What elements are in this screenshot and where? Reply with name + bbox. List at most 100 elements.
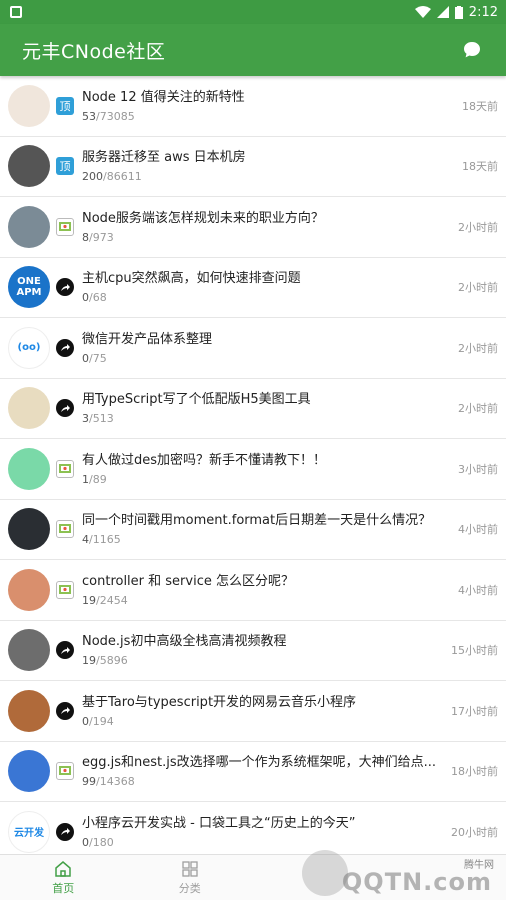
view-count: 194 xyxy=(92,714,114,728)
topic-content: 微信开发产品体系整理 0/75 xyxy=(82,331,450,365)
topic-title[interactable]: egg.js和nest.js改选择哪一个作为系统框架呢，大神们给点... xyxy=(82,754,443,772)
topic-title[interactable]: 用TypeScript写了个低配版H5美图工具 xyxy=(82,391,450,409)
question-icon xyxy=(56,217,74,236)
message-button[interactable] xyxy=(460,38,484,62)
topic-row[interactable]: 顶服务器迁移至 aws 日本机房 200/86611 18天前 xyxy=(0,137,506,197)
topic-row[interactable]: controller 和 service 怎么区分呢？ 19/2454 4小时前 xyxy=(0,560,506,621)
pinned-badge: 顶 xyxy=(56,96,74,115)
app-title: 元丰CNode社区 xyxy=(22,40,166,63)
reply-count: 0 xyxy=(82,291,89,305)
topic-title[interactable]: 微信开发产品体系整理 xyxy=(82,331,450,349)
topic-title[interactable]: 主机cpu突然飙高，如何快速排查问题 xyxy=(82,270,450,288)
share-icon xyxy=(56,701,74,720)
question-icon xyxy=(56,580,74,599)
topic-row[interactable]: 同一个时间戳用moment.format后日期差一天是什么情况？ 4/1165 4小… xyxy=(0,500,506,560)
app-bar: 元丰CNode社区 xyxy=(0,24,506,76)
topic-time: 4小时前 xyxy=(458,523,498,537)
topic-stats: 19/2454 xyxy=(82,594,450,607)
reply-count: 0 xyxy=(82,835,89,849)
pinned-badge: 顶 xyxy=(56,157,74,176)
topic-title[interactable]: 有人做过des加密吗？新手不懂请教下！！ xyxy=(82,452,450,470)
signal-icon xyxy=(436,6,449,18)
tab-category[interactable]: 分类 xyxy=(127,855,254,900)
avatar[interactable] xyxy=(8,568,50,611)
avatar[interactable] xyxy=(8,205,50,248)
topic-stats: 8/973 xyxy=(82,231,450,244)
topic-content: 同一个时间戳用moment.format后日期差一天是什么情况？ 4/1165 xyxy=(82,512,450,546)
clock: 2:12 xyxy=(468,4,498,20)
reply-count: 0 xyxy=(82,351,89,365)
avatar-text: ONE APM xyxy=(16,276,42,299)
topic-stats: 1/89 xyxy=(82,473,450,486)
reply-count: 99 xyxy=(82,775,96,789)
topic-content: 主机cpu突然飙高，如何快速排查问题 0/68 xyxy=(82,270,450,304)
view-count: 86611 xyxy=(106,170,142,184)
topic-row[interactable]: 顶 Node 12 值得关注的新特性 53/73085 18天前 xyxy=(0,76,506,137)
avatar[interactable]: 云开发 xyxy=(8,810,50,853)
topic-content: egg.js和nest.js改选择哪一个作为系统框架呢，大神们给点... 99/1… xyxy=(82,754,443,788)
topic-row[interactable]: 基于Taro与typescript开发的网易云音乐小程序 0/194 17小时前 xyxy=(0,681,506,742)
topic-row[interactable]: (oo) 微信开发产品体系整理 0/75 2小时前 xyxy=(0,318,506,379)
view-count: 5896 xyxy=(99,654,128,668)
tab-home-label: 首页 xyxy=(52,881,75,895)
share-icon xyxy=(56,822,74,841)
reply-count: 8 xyxy=(82,230,89,244)
topic-content: 小程序云开发实战 - 口袋工具之“历史上的今天” 0/180 xyxy=(82,815,443,849)
topic-row[interactable]: Node.js初中高级全栈高清视频教程 19/5896 15小时前 xyxy=(0,621,506,681)
topic-title[interactable]: controller 和 service 怎么区分呢？ xyxy=(82,573,450,591)
tab-category-label: 分类 xyxy=(178,881,201,895)
view-count: 1165 xyxy=(92,533,121,547)
topic-title[interactable]: 小程序云开发实战 - 口袋工具之“历史上的今天” xyxy=(82,815,443,833)
topic-time: 2小时前 xyxy=(458,341,498,355)
topic-title[interactable]: 服务器迁移至 aws 日本机房 xyxy=(82,149,454,167)
avatar[interactable] xyxy=(8,145,50,188)
topic-row[interactable]: Node服务端该怎样规划未来的职业方向？ 8/973 2小时前 xyxy=(0,197,506,258)
reply-count: 0 xyxy=(82,714,89,728)
avatar[interactable] xyxy=(8,750,50,793)
avatar[interactable] xyxy=(8,387,50,430)
reply-count: 19 xyxy=(82,593,96,607)
avatar-text: 云开发 xyxy=(14,828,44,840)
topic-row[interactable]: egg.js和nest.js改选择哪一个作为系统框架呢，大神们给点... 99/1… xyxy=(0,742,506,802)
topic-content: 用TypeScript写了个低配版H5美图工具 3/513 xyxy=(82,391,450,425)
view-count: 68 xyxy=(92,291,107,305)
topic-title[interactable]: 同一个时间戳用moment.format后日期差一天是什么情况？ xyxy=(82,512,450,530)
view-count: 75 xyxy=(92,351,107,365)
notification-icon xyxy=(10,6,22,18)
topic-stats: 4/1165 xyxy=(82,533,450,546)
avatar[interactable] xyxy=(8,508,50,551)
topic-row[interactable]: 用TypeScript写了个低配版H5美图工具 3/513 2小时前 xyxy=(0,379,506,439)
topic-title[interactable]: Node.js初中高级全栈高清视频教程 xyxy=(82,633,443,651)
topic-title[interactable]: Node服务端该怎样规划未来的职业方向？ xyxy=(82,210,450,228)
grid-icon xyxy=(182,860,198,877)
topic-title[interactable]: Node 12 值得关注的新特性 xyxy=(82,89,454,107)
topic-row[interactable]: 云开发 小程序云开发实战 - 口袋工具之“历史上的今天” 0/180 20小时前 xyxy=(0,802,506,854)
topic-time: 4小时前 xyxy=(458,583,498,597)
tab-home[interactable]: 首页 xyxy=(0,855,127,900)
avatar[interactable] xyxy=(8,689,50,732)
topic-time: 18小时前 xyxy=(451,765,498,779)
topic-title[interactable]: 基于Taro与typescript开发的网易云音乐小程序 xyxy=(82,694,443,712)
topic-stats: 53/73085 xyxy=(82,110,454,123)
avatar-text: (oo) xyxy=(17,342,41,354)
topic-time: 3小时前 xyxy=(458,462,498,476)
view-count: 73085 xyxy=(99,109,135,123)
avatar[interactable]: ONE APM xyxy=(8,266,50,309)
avatar[interactable] xyxy=(8,629,50,672)
topic-content: 有人做过des加密吗？新手不懂请教下！！ 1/89 xyxy=(82,452,450,486)
wifi-icon xyxy=(414,6,431,18)
topic-row[interactable]: 有人做过des加密吗？新手不懂请教下！！ 1/89 3小时前 xyxy=(0,439,506,500)
topic-row[interactable]: ONE APM 主机cpu突然飙高，如何快速排查问题 0/68 2小时前 xyxy=(0,258,506,318)
topic-time: 20小时前 xyxy=(451,825,498,839)
avatar[interactable] xyxy=(8,447,50,490)
topic-content: controller 和 service 怎么区分呢？ 19/2454 xyxy=(82,573,450,607)
avatar[interactable]: (oo) xyxy=(8,326,50,369)
battery-icon xyxy=(454,5,463,19)
view-count: 14368 xyxy=(99,775,135,789)
question-icon xyxy=(56,762,74,781)
topic-content: 服务器迁移至 aws 日本机房 200/86611 xyxy=(82,149,454,183)
share-icon xyxy=(56,641,74,660)
share-icon xyxy=(56,338,74,357)
topic-time: 18天前 xyxy=(462,99,498,113)
avatar[interactable] xyxy=(8,84,50,127)
